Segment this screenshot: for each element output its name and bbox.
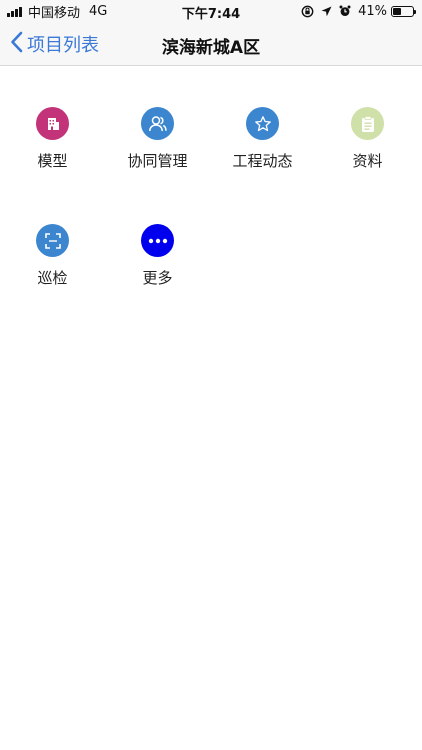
building-icon (36, 107, 69, 140)
rotation-lock-icon (301, 5, 314, 18)
page-title: 滨海新城A区 (161, 38, 261, 58)
module-model[interactable]: 模型 (0, 107, 105, 187)
battery-icon (391, 5, 416, 17)
nav-bar: 项目列表 滨海新城A区 (0, 22, 422, 66)
status-right: 41% (294, 3, 416, 19)
more-icon (141, 224, 174, 257)
module-documents[interactable]: 资料 (315, 107, 420, 187)
battery-percent: 41% (358, 3, 387, 19)
module-label: 模型 (37, 152, 68, 170)
module-label: 更多 (142, 269, 173, 287)
status-bar: 中国移动 4G 下午7:44 41% (0, 0, 422, 22)
module-label: 工程动态 (232, 152, 293, 170)
location-icon (321, 6, 332, 17)
alarm-icon (339, 5, 351, 17)
module-label: 协同管理 (127, 152, 188, 170)
clipboard-icon (351, 107, 384, 140)
module-label: 资料 (352, 152, 383, 170)
module-project-news[interactable]: 工程动态 (210, 107, 315, 187)
star-icon (246, 107, 279, 140)
scan-icon (36, 224, 69, 257)
module-more[interactable]: 更多 (105, 224, 210, 304)
module-inspection[interactable]: 巡检 (0, 224, 105, 304)
users-icon (141, 107, 174, 140)
module-collaboration[interactable]: 协同管理 (105, 107, 210, 187)
module-label: 巡检 (37, 269, 68, 287)
